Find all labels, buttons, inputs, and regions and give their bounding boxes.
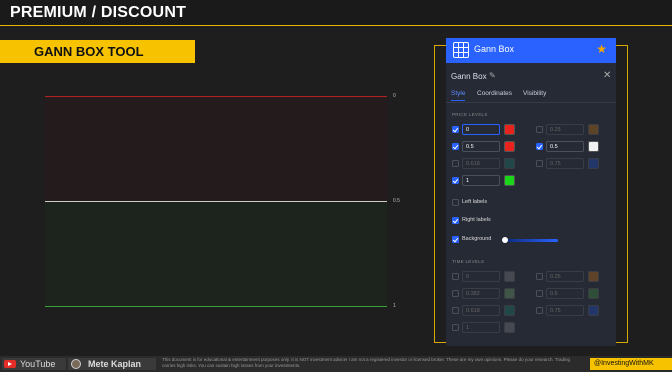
close-icon[interactable]: ✕ [603,70,611,81]
price-level-checkbox[interactable] [452,160,459,167]
footer-bar: YouTube Mete Kaplan This document is for… [0,356,672,372]
time-level-color-swatch[interactable] [504,288,515,299]
price-level-color-swatch[interactable] [504,124,515,135]
tab-coordinates[interactable]: Coordinates [477,90,512,97]
level-label-1: 1 [393,303,396,309]
handle-label: @InvestingWithMK [594,360,654,367]
time-level-color-swatch[interactable] [504,271,515,282]
gann-box-chart: 0 0.5 1 [45,93,400,309]
time-levels-heading: TIME LEVELS [452,259,485,264]
price-level-color-swatch[interactable] [588,158,599,169]
tool-header-title: Gann Box [474,44,515,54]
tool-header[interactable]: Gann Box ★ [446,38,616,63]
time-level-color-swatch[interactable] [588,305,599,316]
time-level-value-input[interactable]: 1 [462,322,500,333]
time-level-color-swatch[interactable] [504,305,515,316]
time-level-checkbox[interactable] [452,307,459,314]
youtube-label: YouTube [20,359,56,369]
left-labels-checkbox[interactable] [452,199,459,206]
time-level-value-input[interactable]: 0.5 [546,288,584,299]
level-line-1 [45,306,387,307]
price-level-color-swatch[interactable] [504,158,515,169]
youtube-icon [4,360,16,368]
price-level-value-input[interactable]: 0.618 [462,158,500,169]
gann-box-settings-dialog: Gann Box ★ Gann Box ✎ ✕ Style Coordinate… [446,38,616,346]
price-level-checkbox[interactable] [452,143,459,150]
price-level-color-swatch[interactable] [588,141,599,152]
disclaimer-text: This document is for educational & enter… [162,357,570,368]
level-label-0-5: 0.5 [393,198,400,204]
tabs-divider [446,102,616,103]
price-level-checkbox[interactable] [536,143,543,150]
time-level-value-input[interactable]: 0.382 [462,288,500,299]
active-tab-indicator [451,100,465,101]
avatar [71,359,81,369]
tab-visibility[interactable]: Visibility [523,90,546,97]
section-banner: GANN BOX TOOL [0,40,195,63]
youtube-badge: YouTube [2,358,66,370]
gann-box-icon [453,42,469,58]
price-level-value-input[interactable]: 0 [462,124,500,135]
time-level-value-input[interactable]: 0.618 [462,305,500,316]
handle-badge: @InvestingWithMK [590,358,672,370]
time-level-checkbox[interactable] [536,273,543,280]
right-labels-checkbox[interactable] [452,217,459,224]
price-level-value-input[interactable]: 0.5 [462,141,500,152]
level-line-0-5 [45,201,387,202]
dialog-tabs: Style Coordinates Visibility [451,90,611,102]
banner-label: GANN BOX TOOL [34,44,144,59]
slide: PREMIUM / DISCOUNT GANN BOX TOOL 0 0.5 1… [0,0,672,372]
price-level-checkbox[interactable] [536,126,543,133]
price-levels-heading: PRICE LEVELS [452,112,488,117]
price-level-color-swatch[interactable] [504,141,515,152]
price-level-checkbox[interactable] [452,177,459,184]
price-level-value-input[interactable]: 0.5 [546,141,584,152]
opacity-slider-handle[interactable] [502,237,508,243]
price-level-value-input[interactable]: 0.75 [546,158,584,169]
price-level-value-input[interactable]: 0.25 [546,124,584,135]
time-level-checkbox[interactable] [452,290,459,297]
slide-title: PREMIUM / DISCOUNT [10,4,187,21]
left-labels-label: Left labels [462,199,488,205]
time-level-value-input[interactable]: 0.25 [546,271,584,282]
dialog-title: Gann Box [451,72,487,81]
time-level-checkbox[interactable] [452,273,459,280]
time-level-value-input[interactable]: 0 [462,271,500,282]
author-badge: Mete Kaplan [68,358,156,370]
price-level-checkbox[interactable] [452,126,459,133]
price-level-value-input[interactable]: 1 [462,175,500,186]
tab-style[interactable]: Style [451,90,465,97]
star-icon[interactable]: ★ [596,42,607,56]
price-level-checkbox[interactable] [536,160,543,167]
title-bar: PREMIUM / DISCOUNT [0,0,672,26]
level-label-0: 0 [393,93,396,99]
time-level-value-input[interactable]: 0.75 [546,305,584,316]
background-label: Background [462,236,492,242]
price-level-color-swatch[interactable] [588,124,599,135]
right-labels-label: Right labels [462,217,491,223]
time-level-checkbox[interactable] [536,290,543,297]
time-level-color-swatch[interactable] [588,271,599,282]
premium-zone [45,96,387,201]
price-level-color-swatch[interactable] [504,175,515,186]
time-level-checkbox[interactable] [452,324,459,331]
author-name: Mete Kaplan [88,359,142,369]
background-checkbox[interactable] [452,236,459,243]
time-level-checkbox[interactable] [536,307,543,314]
discount-zone [45,201,387,306]
pencil-icon[interactable]: ✎ [489,71,496,80]
time-level-color-swatch[interactable] [588,288,599,299]
background-opacity-slider[interactable] [504,239,558,242]
time-level-color-swatch[interactable] [504,322,515,333]
level-line-0 [45,96,387,97]
